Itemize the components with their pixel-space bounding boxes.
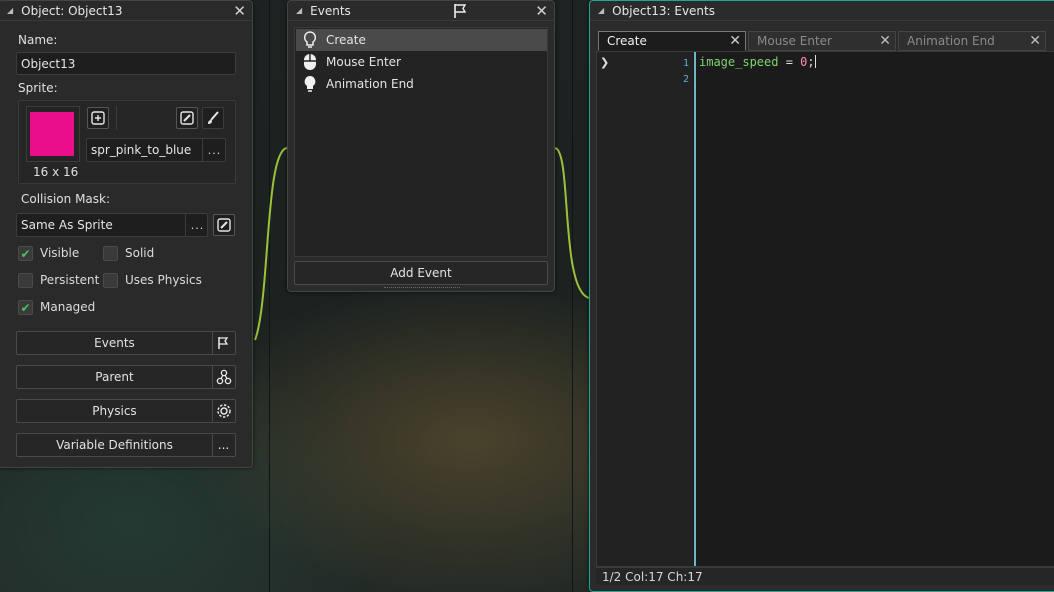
- more-icon: ...: [212, 434, 235, 456]
- solid-checkbox[interactable]: [103, 246, 118, 261]
- editor-gutter: [597, 52, 693, 566]
- brush-button[interactable]: [202, 107, 224, 129]
- persistent-checkbox[interactable]: [18, 273, 33, 288]
- more-dots: ...: [217, 438, 230, 452]
- event-animation-end[interactable]: Animation End: [296, 73, 547, 95]
- tab-label: Animation End: [907, 34, 995, 48]
- solid-label: Solid: [125, 246, 155, 260]
- brush-icon: [208, 111, 219, 124]
- gear-icon: [212, 400, 235, 422]
- collision-more-button[interactable]: ...: [185, 213, 209, 237]
- collapse-icon[interactable]: ◢: [7, 6, 13, 15]
- close-icon[interactable]: ✕: [233, 3, 246, 19]
- line-number: 1: [682, 58, 689, 69]
- flag-icon: [212, 332, 235, 354]
- new-sprite-icon: [91, 111, 105, 125]
- status-bar: 1/2 Col:17 Ch:17: [596, 567, 1054, 585]
- tab-animation-end[interactable]: Animation End ✕: [898, 31, 1046, 51]
- edit-sprite-button[interactable]: [176, 107, 198, 129]
- collision-mask-value: Same As Sprite: [21, 218, 113, 232]
- code-line-1[interactable]: image_speed = 0;: [699, 55, 816, 69]
- checkmark-icon: ✔: [20, 300, 31, 315]
- code-editor-window: ◢ Object13: Events Create ✕ Mouse Enter …: [589, 0, 1054, 592]
- event-label: Animation End: [326, 77, 414, 91]
- more-icon: ...: [207, 143, 222, 157]
- collapse-icon[interactable]: ◢: [598, 6, 604, 15]
- resize-grip[interactable]: [384, 287, 460, 290]
- managed-checkbox[interactable]: ✔: [18, 300, 33, 315]
- name-input-value: Object13: [21, 56, 76, 71]
- parent-button-label: Parent: [17, 366, 213, 388]
- collision-edit-button[interactable]: [213, 214, 235, 236]
- code-operator: =: [778, 55, 801, 69]
- close-tab-icon[interactable]: ✕: [1029, 33, 1041, 49]
- object-window-title: Object: Object13: [21, 3, 123, 18]
- sprite-label: Sprite:: [18, 81, 58, 95]
- background-divider: [572, 0, 573, 592]
- tab-label: Create: [607, 34, 647, 48]
- background-divider: [269, 0, 270, 592]
- sprite-more-button[interactable]: ...: [202, 138, 226, 162]
- add-event-button[interactable]: Add Event: [294, 261, 548, 285]
- uses-physics-checkbox[interactable]: [103, 273, 118, 288]
- close-tab-icon[interactable]: ✕: [879, 33, 891, 49]
- physics-button[interactable]: Physics: [16, 399, 236, 423]
- sprite-preview: [30, 112, 74, 156]
- more-icon: ...: [190, 218, 205, 232]
- event-label: Create: [326, 33, 366, 47]
- edit-image-icon: [180, 111, 194, 125]
- chevron-right-icon: ❯: [600, 56, 610, 69]
- line-number: 2: [682, 74, 689, 85]
- tab-label: Mouse Enter: [757, 34, 832, 48]
- toolbar-divider: [116, 106, 117, 130]
- events-window: ◢ Events ✕ Create Mouse Enter Animation …: [287, 0, 555, 292]
- persistent-label: Persistent: [40, 273, 100, 287]
- mouse-icon: [304, 54, 316, 70]
- tab-create[interactable]: Create ✕: [598, 31, 746, 51]
- events-button[interactable]: Events: [16, 331, 236, 355]
- hierarchy-icon: [212, 366, 235, 388]
- code-window-titlebar[interactable]: ◢ Object13: Events: [590, 1, 1054, 21]
- flag-icon: [452, 3, 468, 22]
- sprite-size: 16 x 16: [33, 165, 79, 179]
- events-window-title: Events: [310, 3, 351, 18]
- text-cursor: [814, 55, 816, 68]
- events-list: Create Mouse Enter Animation End: [294, 27, 548, 257]
- gutter-separator: [694, 52, 696, 566]
- name-input[interactable]: Object13: [16, 52, 236, 75]
- collision-mask-label: Collision Mask:: [21, 192, 111, 206]
- new-sprite-button[interactable]: [87, 107, 109, 129]
- edit-image-icon: [217, 218, 231, 232]
- code-terminator: ;: [807, 55, 815, 69]
- collision-mask-select[interactable]: Same As Sprite: [16, 213, 208, 237]
- code-editor[interactable]: ❯ 1 2 image_speed = 0;: [596, 51, 1054, 567]
- parent-button[interactable]: Parent: [16, 365, 236, 389]
- bulb-icon: [303, 31, 317, 48]
- collapse-icon[interactable]: ◢: [296, 6, 302, 15]
- tab-mouse-enter[interactable]: Mouse Enter ✕: [748, 31, 896, 51]
- bulb-icon: [304, 76, 316, 92]
- variable-definitions-label: Variable Definitions: [17, 434, 213, 456]
- close-icon[interactable]: ✕: [535, 3, 548, 19]
- code-identifier: image_speed: [699, 55, 779, 69]
- uses-physics-label: Uses Physics: [125, 273, 202, 287]
- physics-button-label: Physics: [17, 400, 213, 422]
- events-button-label: Events: [17, 332, 213, 354]
- code-window-title: Object13: Events: [612, 3, 715, 18]
- object-window-titlebar[interactable]: ◢ Object: Object13 ✕: [0, 1, 252, 21]
- sprite-select-value: spr_pink_to_blue: [91, 143, 192, 157]
- visible-label: Visible: [40, 246, 80, 260]
- visible-checkbox[interactable]: ✔: [18, 246, 33, 261]
- event-mouse-enter[interactable]: Mouse Enter: [296, 51, 547, 73]
- checkmark-icon: ✔: [20, 246, 31, 261]
- event-tabs: Create ✕ Mouse Enter ✕ Animation End ✕: [598, 31, 1054, 51]
- name-label: Name:: [18, 33, 58, 47]
- variable-definitions-button[interactable]: Variable Definitions ...: [16, 433, 236, 457]
- events-window-titlebar[interactable]: ◢ Events ✕: [288, 1, 554, 21]
- close-tab-icon[interactable]: ✕: [729, 33, 741, 49]
- event-create[interactable]: Create: [296, 29, 547, 51]
- event-label: Mouse Enter: [326, 55, 401, 69]
- managed-label: Managed: [40, 300, 96, 314]
